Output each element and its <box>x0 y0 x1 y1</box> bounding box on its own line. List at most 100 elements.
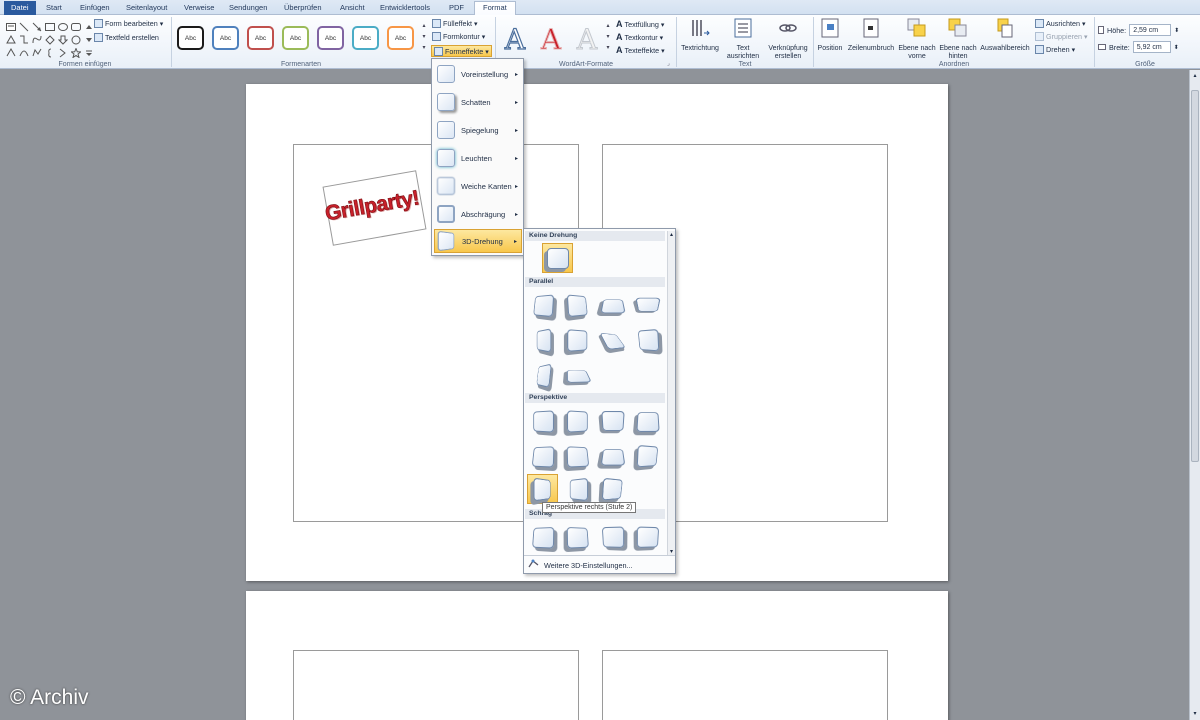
rotation-preset-perspektive[interactable] <box>597 474 628 504</box>
shape-style-5[interactable]: Abc <box>317 26 344 50</box>
rotation-preset-perspektive[interactable] <box>562 474 593 504</box>
rotation-preset-parallel[interactable] <box>562 290 593 320</box>
scroll-up-icon[interactable]: ▴ <box>1191 72 1199 80</box>
oval-shape-icon[interactable] <box>57 21 68 32</box>
dialog-launcher-icon[interactable]: ⌟ <box>667 60 670 67</box>
wordart-style-1[interactable]: A <box>500 22 530 57</box>
shape-style-1[interactable]: Abc <box>177 26 204 50</box>
spinner-icon[interactable]: ⬍ <box>1174 27 1179 34</box>
rotation-preset-perspektive[interactable] <box>597 406 628 436</box>
rotation-preset-parallel[interactable] <box>632 290 663 320</box>
menu-item-abschraegung[interactable]: Abschrägung ▸ <box>434 202 522 226</box>
rotation-preset-perspektive[interactable] <box>527 441 558 471</box>
tab-seitenlayout[interactable]: Seitenlayout <box>126 2 167 15</box>
star-shape-icon[interactable] <box>70 47 81 58</box>
shapes-more-icon[interactable] <box>83 47 94 58</box>
menu-item-3d-drehung[interactable]: 3D-Drehung ▸ <box>434 229 522 253</box>
rotation-preset-schraeg[interactable] <box>527 522 558 552</box>
wordart-style-2[interactable]: A <box>536 23 566 57</box>
ebene-nach-hinten-button[interactable]: Ebene nach hinten <box>938 17 978 61</box>
tab-verweise[interactable]: Verweise <box>184 2 214 15</box>
shape-style-3[interactable]: Abc <box>247 26 274 50</box>
ebene-nach-vorne-button[interactable]: Ebene nach vorne <box>897 17 937 61</box>
scroll-down-icon[interactable]: ▾ <box>1191 710 1199 718</box>
menu-item-voreinstellung[interactable]: Voreinstellung ▸ <box>434 62 522 86</box>
shape-style-4[interactable]: Abc <box>282 26 309 50</box>
vertical-scrollbar[interactable]: ▴ ▾ <box>1189 70 1200 720</box>
zeilenumbruch-button[interactable]: Zeilenumbruch <box>846 17 896 53</box>
wordart-scroll-icon[interactable]: ▴ ▾ ▾ <box>604 21 612 54</box>
fuelleffekt-button[interactable]: Fülleffekt ▾ <box>432 19 478 28</box>
rotation-preset-perspektive[interactable] <box>597 441 628 471</box>
elbow-connector-shape-icon[interactable] <box>18 34 29 45</box>
textkontur-button[interactable]: A Textkontur ▾ <box>616 32 663 42</box>
textfeld-erstellen-button[interactable]: Textfeld erstellen <box>94 33 159 42</box>
tab-einfuegen[interactable]: Einfügen <box>80 2 110 15</box>
rotation-preset-parallel[interactable] <box>597 290 628 320</box>
wordart-style-3[interactable]: A <box>572 23 602 57</box>
rotation-preset-parallel[interactable] <box>527 290 558 320</box>
rotation-preset-schraeg[interactable] <box>562 522 593 552</box>
rotation-preset-parallel[interactable] <box>527 360 558 390</box>
breite-input[interactable]: 5,92 cm <box>1132 41 1171 53</box>
shape-style-2[interactable]: Abc <box>212 26 239 50</box>
triangle-shape-icon[interactable] <box>5 34 16 45</box>
rotation-preset-parallel[interactable] <box>632 325 663 355</box>
arrow-line-shape-icon[interactable] <box>31 21 42 32</box>
diamond-shape-icon[interactable] <box>44 34 55 45</box>
ausrichten-button[interactable]: Ausrichten ▾ <box>1035 19 1086 28</box>
rotation-preset-keine[interactable] <box>542 243 573 273</box>
rotation-preset-parallel[interactable] <box>527 325 558 355</box>
scrollbar-thumb[interactable] <box>1191 90 1199 462</box>
gruppieren-button[interactable]: Gruppieren ▾ <box>1035 32 1088 41</box>
tab-datei[interactable]: Datei <box>4 1 36 15</box>
textbox-shape-icon[interactable] <box>5 21 16 32</box>
formeffekte-button[interactable]: Formeffekte ▾ <box>431 45 492 57</box>
scroll-up-icon[interactable]: ▴ <box>668 231 675 238</box>
formkontur-button[interactable]: Formkontur ▾ <box>432 32 485 41</box>
rotation-preset-schraeg[interactable] <box>597 522 628 552</box>
rotation-preset-perspektive[interactable] <box>562 441 593 471</box>
text-ausrichten-button[interactable]: Text ausrichten <box>724 17 762 61</box>
tab-pdf[interactable]: PDF <box>449 2 464 15</box>
smiley-shape-icon[interactable] <box>70 34 81 45</box>
tab-ueberpruefen[interactable]: Überprüfen <box>284 2 322 15</box>
rotation-preset-parallel[interactable] <box>562 360 593 390</box>
textfuellung-button[interactable]: A Textfüllung ▾ <box>616 19 664 29</box>
rotation-preset-perspektive[interactable] <box>562 406 593 436</box>
chevron-shape-icon[interactable] <box>57 47 68 58</box>
weitere-3d-einstellungen-item[interactable]: Weitere 3D-Einstellungen... <box>528 559 633 571</box>
freeform-shape-icon[interactable] <box>31 47 42 58</box>
shapes-scroll-up-icon[interactable] <box>83 21 94 32</box>
tab-start[interactable]: Start <box>46 2 62 15</box>
position-button[interactable]: Position <box>815 17 845 53</box>
textrichtung-button[interactable]: Textrichtung <box>678 17 722 53</box>
form-bearbeiten-button[interactable]: Form bearbeiten ▾ <box>94 19 163 28</box>
verknuepfung-erstellen-button[interactable]: Verknüpfung erstellen <box>764 17 812 61</box>
rectangle-shape-icon[interactable] <box>44 21 55 32</box>
hoehe-input[interactable]: 2,59 cm <box>1129 24 1172 36</box>
menu-item-schatten[interactable]: Schatten ▸ <box>434 90 522 114</box>
gallery-scrollbar[interactable]: ▴ ▾ <box>667 231 675 555</box>
scroll-down-icon[interactable]: ▾ <box>668 548 675 555</box>
curve-shape-icon[interactable] <box>18 47 29 58</box>
shapes-scroll-down-icon[interactable] <box>83 34 94 45</box>
spinner-icon[interactable]: ⬍ <box>1174 44 1179 51</box>
rotation-preset-perspektive[interactable] <box>527 474 558 504</box>
line-segment-shape-icon[interactable] <box>5 47 16 58</box>
tab-format[interactable]: Format <box>474 1 516 15</box>
arrow-down-shape-icon[interactable] <box>57 34 68 45</box>
drehen-button[interactable]: Drehen ▾ <box>1035 45 1075 54</box>
menu-item-leuchten[interactable]: Leuchten ▸ <box>434 146 522 170</box>
menu-item-weiche-kanten[interactable]: Weiche Kanten ▸ <box>434 174 522 198</box>
brace-shape-icon[interactable] <box>44 47 55 58</box>
rotation-preset-perspektive[interactable] <box>632 441 663 471</box>
tab-sendungen[interactable]: Sendungen <box>229 2 267 15</box>
line-shape-icon[interactable] <box>18 21 29 32</box>
auswahlbereich-button[interactable]: Auswahlbereich <box>978 17 1032 53</box>
rotation-preset-parallel[interactable] <box>597 325 628 355</box>
tab-ansicht[interactable]: Ansicht <box>340 2 365 15</box>
texteffekte-button[interactable]: A Texteffekte ▾ <box>616 45 665 55</box>
rounded-rect-shape-icon[interactable] <box>70 21 81 32</box>
menu-item-spiegelung[interactable]: Spiegelung ▸ <box>434 118 522 142</box>
